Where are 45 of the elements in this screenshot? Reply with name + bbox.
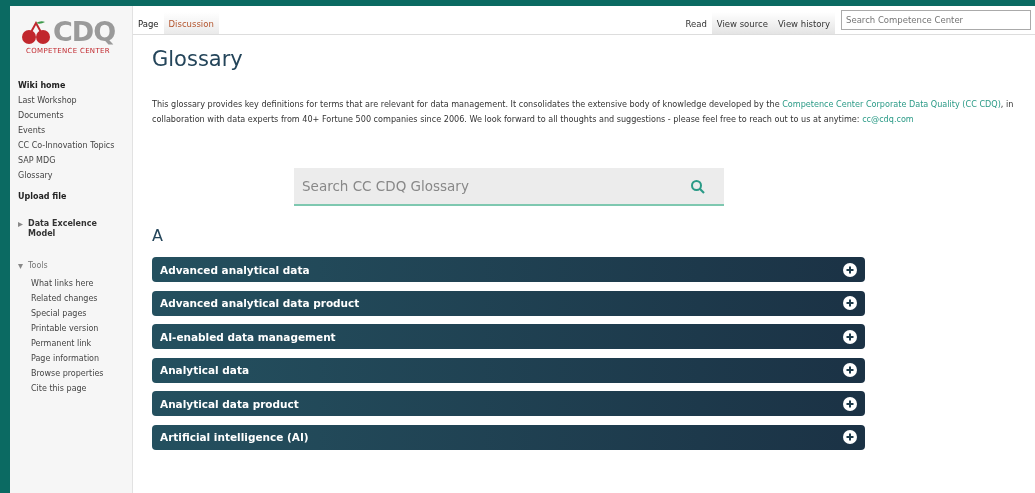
sidebar-link[interactable]: Browse properties: [31, 369, 132, 379]
view-tab[interactable]: View source: [711, 12, 773, 34]
plus-icon: [843, 363, 857, 377]
page-title: Glossary: [152, 47, 244, 71]
sidebar-link[interactable]: Special pages: [31, 309, 132, 319]
sidebar-link[interactable]: Events: [18, 126, 118, 136]
logo-wordmark: CDQ: [52, 16, 116, 47]
glossary-term[interactable]: Artificial intelligence (AI): [152, 424, 865, 450]
sidebar-link[interactable]: What links here: [31, 279, 132, 289]
sidebar-link[interactable]: Related changes: [31, 294, 132, 304]
plus-icon: [843, 430, 857, 444]
glossary-term[interactable]: Analytical data: [152, 357, 865, 383]
page-tab[interactable]: Discussion: [163, 12, 219, 34]
glossary-term[interactable]: Advanced analytical data product: [152, 290, 865, 316]
email-link[interactable]: cc@cdq.com: [862, 114, 914, 124]
caret-down-icon[interactable]: [18, 264, 23, 269]
sidebar-link[interactable]: Wiki home: [18, 81, 118, 91]
sidebar-link[interactable]: Cite this page: [31, 384, 132, 394]
view-tab[interactable]: View history: [772, 12, 835, 34]
upload-file-link[interactable]: Upload file: [18, 192, 132, 201]
plus-icon: [843, 296, 857, 310]
plus-icon: [843, 329, 857, 344]
sidebar-link[interactable]: Glossary: [18, 171, 118, 181]
search-field[interactable]: Search Competence Center: [841, 10, 1031, 30]
sidebar-link[interactable]: Documents: [18, 111, 118, 121]
intro-paragraph: This glossary provides key definitions for terms that are relevant for data management. It consolidates the extensive body of knowledge developed by the Competence Center Corporate Data Quality (CC CDQ), in collaboration with data experts from 40+ Fortune 500 companies since 2006. We look forward to all thoughts and suggestions - please feel free to reach out to us at anytime: cc@cdq.com: [152, 98, 1015, 126]
sidebar-link[interactable]: Page information: [31, 354, 132, 364]
glossary-term[interactable]: AI-enabled data management: [152, 324, 865, 349]
sidebar-link[interactable]: SAP MDG: [18, 156, 118, 166]
sidebar-link[interactable]: Permanent link: [31, 339, 132, 349]
portlet-heading[interactable]: Tools: [28, 261, 108, 271]
sidebar-link[interactable]: Printable version: [31, 324, 132, 334]
section-letter: A: [152, 226, 164, 245]
plus-icon: [843, 262, 857, 277]
competence-center-link[interactable]: Competence Center Corporate Data Quality (CC CDQ): [782, 99, 1001, 109]
caret-right-icon[interactable]: [18, 222, 23, 227]
cherry-logo-icon: [20, 19, 51, 44]
sidebar-link[interactable]: CC Co-Innovation Topics: [18, 141, 118, 151]
plus-icon: [843, 396, 857, 411]
portlet-heading[interactable]: Data Excelence Model: [28, 219, 108, 239]
glossary-term[interactable]: Advanced analytical data: [152, 257, 865, 282]
sidebar-link[interactable]: Last Workshop: [18, 96, 118, 106]
glossary-term[interactable]: Analytical data product: [152, 391, 865, 416]
glossary-search-field[interactable]: Search CC CDQ Glossary: [294, 168, 724, 206]
search-icon[interactable]: [690, 179, 706, 195]
